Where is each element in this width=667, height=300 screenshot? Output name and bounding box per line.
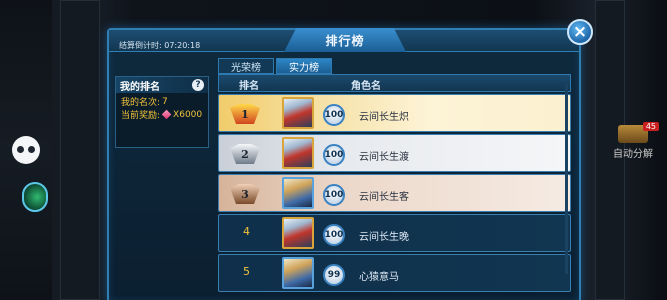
close-button[interactable]: ×: [567, 19, 593, 45]
silver-medal-icon: 2: [227, 142, 263, 166]
background-wall-left: [60, 0, 100, 300]
gold-medal-icon: 1: [227, 102, 263, 126]
tab-strength[interactable]: 实力榜: [276, 58, 332, 74]
leaderboard-tabs: 光荣榜 实力榜: [218, 58, 332, 74]
list-scrollbar[interactable]: [565, 84, 568, 274]
auto-decompose-badge: 45: [642, 122, 659, 131]
my-rank-panel: 我的排名 ? 我的名次: 7 当前奖励: X6000: [115, 76, 209, 148]
player-portrait: [282, 217, 314, 249]
player-portrait: [282, 97, 314, 129]
player-level: 100: [323, 144, 345, 166]
player-level: 99: [323, 264, 345, 286]
player-level: 100: [323, 224, 345, 246]
row-rank: 5: [243, 265, 250, 278]
player-portrait: [282, 137, 314, 169]
my-reward-label: 当前奖励:: [121, 111, 161, 121]
table-row[interactable]: 4 100 云间长生晚: [218, 214, 571, 252]
row-rank: 4: [243, 225, 250, 238]
tab-glory[interactable]: 光荣榜: [218, 58, 274, 74]
player-name: 云间长生晚: [359, 232, 409, 243]
table-row[interactable]: 2 100 云间长生渡: [218, 134, 571, 172]
row-rank: 1: [241, 107, 249, 121]
auto-decompose-button[interactable]: 45 自动分解: [605, 122, 661, 160]
player-name: 心猿意马: [359, 272, 399, 283]
floating-menu-button[interactable]: [12, 136, 40, 164]
countdown-label: 结算倒计时:: [119, 41, 162, 50]
player-name: 云间长生炽: [359, 112, 409, 123]
auto-decompose-label: 自动分解: [613, 149, 653, 160]
leaderboard-panel: 排行榜 结算倒计时: 07:20:18 我的排名 ? 我的名次: 7 当前奖励:…: [107, 28, 581, 300]
my-rank-header: 我的排名 ?: [116, 77, 208, 93]
gem-icon: [161, 109, 172, 120]
panel-title: 排行榜: [325, 33, 365, 48]
header-name: 角色名: [351, 81, 381, 92]
header-rank: 排名: [239, 81, 259, 92]
player-level: 100: [323, 104, 345, 126]
settle-countdown: 结算倒计时: 07:20:18: [119, 40, 200, 51]
player-level: 100: [323, 184, 345, 206]
help-icon[interactable]: ?: [192, 79, 204, 91]
countdown-value: 07:20:18: [164, 41, 201, 50]
player-name: 云间长生渡: [359, 152, 409, 163]
player-portrait: [282, 177, 314, 209]
list-header: 排名 角色名: [218, 74, 571, 92]
row-rank: 2: [241, 147, 249, 161]
table-row[interactable]: 1 100 云间长生炽: [218, 94, 571, 132]
side-skill-button[interactable]: [22, 182, 48, 212]
my-reward-value: X6000: [173, 109, 203, 120]
my-rank-title: 我的排名: [120, 81, 160, 93]
table-row[interactable]: 3 100 云间长生客: [218, 174, 571, 212]
my-rank-value: 7: [162, 96, 168, 107]
bronze-medal-icon: 3: [227, 182, 263, 206]
my-rank-label: 我的名次:: [121, 98, 161, 108]
close-icon: ×: [572, 21, 588, 42]
glasses-icon: [17, 146, 35, 154]
player-portrait: [282, 257, 314, 289]
player-name: 云间长生客: [359, 192, 409, 203]
my-rank-line: 我的名次: 7: [116, 93, 208, 109]
table-row[interactable]: 5 99 心猿意马: [218, 254, 571, 292]
row-rank: 3: [241, 187, 249, 201]
my-reward-line: 当前奖励: X6000: [116, 108, 208, 122]
title-tab: 排行榜: [284, 28, 406, 52]
